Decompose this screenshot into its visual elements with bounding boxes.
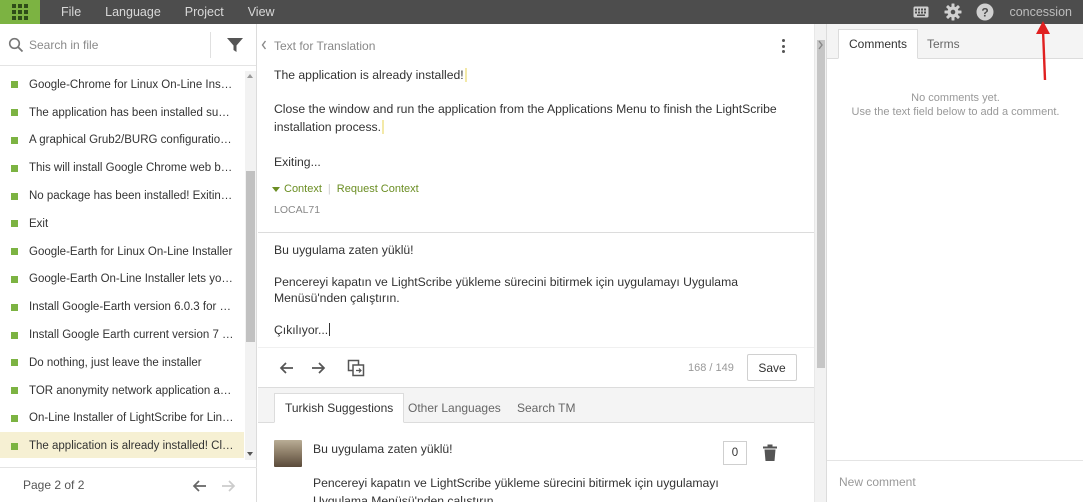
copy-source-icon[interactable] xyxy=(347,359,365,377)
arrow-right-icon[interactable] xyxy=(219,477,237,495)
arrow-right-icon[interactable] xyxy=(309,359,327,377)
list-item[interactable]: Google-Earth for Linux On-Line Installer xyxy=(0,238,244,266)
annotation-arrow-icon xyxy=(1036,21,1050,81)
context-toggle[interactable]: Context xyxy=(284,183,322,195)
comment-input[interactable] xyxy=(839,475,1069,489)
editor-toolbar: 168 / 149 Save xyxy=(258,347,814,387)
list-item[interactable]: Google-Chrome for Linux On-Line Installe… xyxy=(0,71,244,99)
tab-search-tm[interactable]: Search TM xyxy=(507,393,585,423)
suggestion-line[interactable]: Pencereyi kapatın ve LightScribe yükleme… xyxy=(313,474,733,492)
list-item[interactable]: Do nothing, just leave the installer xyxy=(0,349,244,377)
pager: Page 2 of 2 xyxy=(0,467,257,502)
list-item[interactable]: Install Google Earth current version 7 f… xyxy=(0,321,244,349)
arrow-left-icon[interactable] xyxy=(191,477,209,495)
gear-icon[interactable] xyxy=(943,2,963,22)
status-dot xyxy=(11,136,18,144)
top-bar: File Language Project View ? concession xyxy=(0,0,1083,24)
list-item-active[interactable]: The application is already installed! Cl… xyxy=(0,432,244,458)
tab-turkish-suggestions[interactable]: Turkish Suggestions xyxy=(274,393,405,423)
save-button[interactable]: Save xyxy=(747,354,797,381)
status-dot xyxy=(11,81,18,89)
context-id: LOCAL71 xyxy=(274,204,321,216)
status-dot xyxy=(11,331,18,339)
list-item[interactable]: Google-Earth On-Line Installer lets you … xyxy=(0,266,244,294)
source-line: The application is already installed! xyxy=(274,66,784,84)
avatar xyxy=(274,440,302,467)
tab-terms[interactable]: Terms xyxy=(917,29,970,59)
list-item[interactable]: The application has been installed succe… xyxy=(0,99,244,127)
collapse-left-icon[interactable] xyxy=(258,24,270,66)
list-scrollbar[interactable] xyxy=(245,71,256,460)
status-dot xyxy=(11,220,18,228)
caret-down-icon xyxy=(272,186,280,192)
status-dot xyxy=(11,248,18,256)
status-dot xyxy=(11,387,18,395)
collapse-right-icon[interactable] xyxy=(815,24,826,66)
svg-text:?: ? xyxy=(982,6,989,20)
user-menu[interactable]: concession xyxy=(1009,5,1072,19)
arrow-left-icon[interactable] xyxy=(278,359,296,377)
help-icon[interactable]: ? xyxy=(975,2,995,22)
filter-icon[interactable] xyxy=(226,36,244,54)
divider xyxy=(258,232,814,233)
suggestion-tabs: Turkish Suggestions Other Languages Sear… xyxy=(258,388,814,423)
status-dot xyxy=(11,192,18,200)
apps-grid-icon[interactable] xyxy=(0,0,40,24)
status-dot xyxy=(11,303,18,311)
trash-icon[interactable] xyxy=(762,444,778,462)
status-dot xyxy=(11,109,18,117)
search-bar xyxy=(0,24,256,66)
source-line: Close the window and run the application… xyxy=(274,102,777,134)
scroll-up-icon[interactable] xyxy=(247,74,253,78)
char-count: 168 / 149 xyxy=(688,362,734,374)
menu-view[interactable]: View xyxy=(245,5,278,19)
comments-panel: Comments Terms No comments yet. Use the … xyxy=(826,24,1083,502)
vote-count[interactable]: 0 xyxy=(723,441,747,465)
search-icon xyxy=(8,37,24,53)
menu-language[interactable]: Language xyxy=(102,5,164,19)
status-dot xyxy=(11,359,18,367)
list-scrollbar-thumb[interactable] xyxy=(246,171,255,342)
empty-state: No comments yet. Use the text field belo… xyxy=(851,92,1060,118)
status-dot xyxy=(11,164,18,172)
request-context-link[interactable]: Request Context xyxy=(337,183,419,195)
string-list-panel: Google-Chrome for Linux On-Line Installe… xyxy=(0,24,257,502)
more-vertical-icon[interactable] xyxy=(778,37,788,55)
status-dot xyxy=(11,414,18,422)
tab-comments[interactable]: Comments xyxy=(838,29,919,59)
menu-project[interactable]: Project xyxy=(182,5,227,19)
list-item[interactable]: A graphical Grub2/BURG configuration app… xyxy=(0,127,244,155)
editor-panel: Text for Translation The application is … xyxy=(258,24,814,502)
source-line: Exiting... xyxy=(274,155,321,169)
list-item[interactable]: No package has been installed! Exiting n… xyxy=(0,182,244,210)
list-item[interactable]: Exit xyxy=(0,210,244,238)
scroll-down-icon[interactable] xyxy=(247,452,253,456)
top-right-controls: ? concession xyxy=(911,0,1083,24)
translation-line[interactable]: Bu uygulama zaten yüklü! xyxy=(274,242,799,258)
divider xyxy=(210,32,211,58)
suggestion-line[interactable]: Uygulama Menüsü'nden çalıştırın. xyxy=(313,492,733,502)
keyboard-icon[interactable] xyxy=(911,2,931,22)
status-dot xyxy=(11,275,18,283)
comment-box xyxy=(827,460,1083,502)
tab-other-languages[interactable]: Other Languages xyxy=(398,393,511,423)
page-indicator: Page 2 of 2 xyxy=(23,478,85,492)
translation-line[interactable]: Çıkılıyor... xyxy=(274,322,799,338)
editor-scrollbar[interactable] xyxy=(814,24,826,502)
list-item[interactable]: This will install Google Chrome web brow… xyxy=(0,154,244,182)
search-input[interactable] xyxy=(29,37,199,52)
list-item[interactable]: TOR anonymity network application and br… xyxy=(0,377,244,405)
editor-scrollbar-thumb[interactable] xyxy=(817,40,825,368)
string-list: Google-Chrome for Linux On-Line Installe… xyxy=(0,71,244,458)
suggestion-line[interactable]: Bu uygulama zaten yüklü! xyxy=(313,440,733,458)
translation-line[interactable]: Pencereyi kapatın ve LightScribe yükleme… xyxy=(274,274,799,306)
context-row: Context | Request Context xyxy=(272,183,419,195)
menu-file[interactable]: File xyxy=(58,5,84,19)
list-item[interactable]: On-Line Installer of LightScribe for Lin… xyxy=(0,405,244,433)
source-title: Text for Translation xyxy=(274,39,376,53)
status-dot xyxy=(11,442,18,450)
text-caret xyxy=(329,323,331,336)
list-item[interactable]: Install Google-Earth version 6.0.3 for o… xyxy=(0,293,244,321)
